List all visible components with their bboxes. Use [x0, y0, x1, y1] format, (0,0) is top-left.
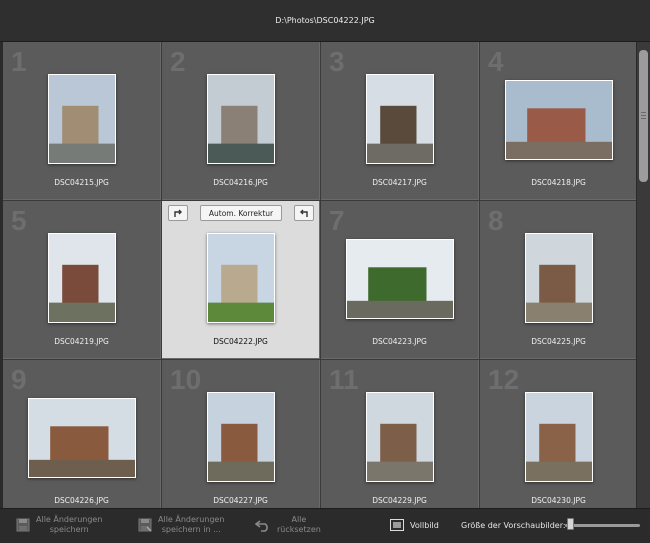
thumbnail-index: 1	[11, 46, 27, 77]
thumbnail-cell[interactable]: 1 DSC04215.JPG	[3, 42, 161, 200]
rotate-left-button[interactable]	[294, 205, 314, 221]
thumbnail-cell[interactable]: 6DSC04222.JPGAutom. Korrektur	[162, 201, 320, 359]
grip-line	[641, 112, 646, 113]
thumbnail-cell[interactable]: 3 DSC04217.JPG	[321, 42, 479, 200]
fullscreen-icon	[390, 519, 404, 531]
thumbnail-grid: 1 DSC04215.JPG 2 DSC04216.JPG 3 DSC04217.JPG 4…	[3, 42, 636, 508]
grip-line	[641, 115, 646, 116]
thumbnail-cell[interactable]: 12 DSC04230.JPG	[480, 360, 636, 508]
photo-thumbnail[interactable]	[207, 392, 275, 482]
thumbnail-cell[interactable]: 2 DSC04216.JPG	[162, 42, 320, 200]
thumbnail-filename: DSC04226.JPG	[54, 496, 109, 505]
label-line: speichern	[49, 525, 89, 534]
thumbnail-cell[interactable]: 4 DSC04218.JPG	[480, 42, 636, 200]
save-all-label: Alle Änderungen speichern	[36, 515, 102, 535]
thumbnail-filename: DSC04223.JPG	[372, 337, 427, 346]
reset-all-label: Alle rücksetzen	[277, 515, 321, 535]
thumbnail-cell[interactable]: 10 DSC04227.JPG	[162, 360, 320, 508]
thumbnail-index: 4	[488, 46, 504, 77]
window-title: D:\Photos\DSC04222.JPG	[275, 16, 375, 25]
label-line: speichern in ...	[161, 525, 221, 534]
photo-thumbnail[interactable]	[48, 233, 116, 323]
vertical-scrollbar[interactable]	[636, 42, 650, 508]
save-all-as-button[interactable]: Alle Änderungen speichern in ...	[138, 515, 224, 535]
rotate-right-icon	[174, 209, 182, 217]
photo-image	[49, 75, 115, 163]
reset-all-button[interactable]: Alle rücksetzen	[255, 515, 321, 535]
save-all-button[interactable]: Alle Änderungen speichern	[16, 515, 102, 535]
label-line: Alle Änderungen	[36, 515, 103, 524]
thumbnail-cell[interactable]: 5 DSC04219.JPG	[3, 201, 161, 359]
thumbnail-viewport[interactable]: 1 DSC04215.JPG 2 DSC04216.JPG 3 DSC04217.JPG 4…	[3, 42, 636, 508]
thumbnail-index: 9	[11, 364, 27, 395]
label-line: rücksetzen	[277, 525, 321, 534]
thumbnail-index: 2	[170, 46, 186, 77]
thumbnail-cell[interactable]: 11 DSC04229.JPG	[321, 360, 479, 508]
photo-image	[526, 234, 592, 322]
photo-image	[506, 81, 612, 159]
thumbnail-index: 8	[488, 205, 504, 236]
thumbnail-filename: DSC04219.JPG	[54, 337, 109, 346]
thumbnail-filename: DSC04225.JPG	[531, 337, 586, 346]
thumbnail-filename: DSC04229.JPG	[372, 496, 427, 505]
thumbnail-index: 5	[11, 205, 27, 236]
photo-thumbnail[interactable]	[505, 80, 613, 160]
thumbnail-size-slider[interactable]	[565, 524, 640, 527]
thumbnail-filename: DSC04227.JPG	[213, 496, 268, 505]
photo-image	[49, 234, 115, 322]
photo-image	[29, 399, 135, 477]
fullscreen-label: Vollbild	[410, 520, 439, 530]
photo-image	[347, 240, 453, 318]
thumbnail-cell[interactable]: 8 DSC04225.JPG	[480, 201, 636, 359]
photo-thumbnail[interactable]	[207, 233, 275, 323]
grip-line	[641, 118, 646, 119]
photo-image	[367, 393, 433, 481]
photo-thumbnail[interactable]	[346, 239, 454, 319]
thumbnail-filename: DSC04215.JPG	[54, 178, 109, 187]
thumbnail-size-label: Größe der Vorschaubilder:	[461, 521, 566, 530]
thumbnail-filename: DSC04218.JPG	[531, 178, 586, 187]
thumbnail-index: 3	[329, 46, 345, 77]
label-line: Alle	[291, 515, 307, 524]
photo-image	[208, 393, 274, 481]
slider-handle[interactable]	[567, 518, 575, 530]
photo-image	[526, 393, 592, 481]
photo-image	[208, 75, 274, 163]
rotate-right-button[interactable]	[168, 205, 188, 221]
thumbnail-filename: DSC04217.JPG	[372, 178, 427, 187]
save-as-icon	[138, 518, 152, 532]
photo-thumbnail[interactable]	[28, 398, 136, 478]
photo-thumbnail[interactable]	[525, 392, 593, 482]
thumbnail-index: 10	[170, 364, 202, 395]
photo-thumbnail[interactable]	[207, 74, 275, 164]
photo-thumbnail[interactable]	[48, 74, 116, 164]
label-line: Alle Änderungen	[158, 515, 225, 524]
scrollbar-thumb[interactable]	[639, 50, 648, 182]
photo-thumbnail[interactable]	[366, 392, 434, 482]
auto-correct-button[interactable]: Autom. Korrektur	[200, 205, 282, 221]
photo-thumbnail[interactable]	[525, 233, 593, 323]
save-icon	[16, 518, 30, 532]
thumbnail-index: 12	[488, 364, 520, 395]
selected-photo-tools: Autom. Korrektur	[162, 201, 319, 231]
photo-image	[367, 75, 433, 163]
thumbnail-cell[interactable]: 7 DSC04223.JPG	[321, 201, 479, 359]
rotate-left-icon	[300, 209, 308, 217]
bottom-toolbar: Alle Änderungen speichern Alle Änderunge…	[0, 508, 650, 543]
undo-icon	[255, 520, 268, 532]
photo-image	[208, 234, 274, 322]
thumbnail-index: 7	[329, 205, 345, 236]
thumbnail-filename: DSC04222.JPG	[213, 337, 268, 346]
save-all-as-label: Alle Änderungen speichern in ...	[158, 515, 224, 535]
thumbnail-cell[interactable]: 9 DSC04226.JPG	[3, 360, 161, 508]
title-bar: D:\Photos\DSC04222.JPG	[0, 0, 650, 42]
fullscreen-button[interactable]: Vollbild	[390, 519, 439, 531]
photo-thumbnail[interactable]	[366, 74, 434, 164]
thumbnail-filename: DSC04230.JPG	[531, 496, 586, 505]
thumbnail-index: 11	[329, 364, 359, 395]
thumbnail-filename: DSC04216.JPG	[213, 178, 268, 187]
